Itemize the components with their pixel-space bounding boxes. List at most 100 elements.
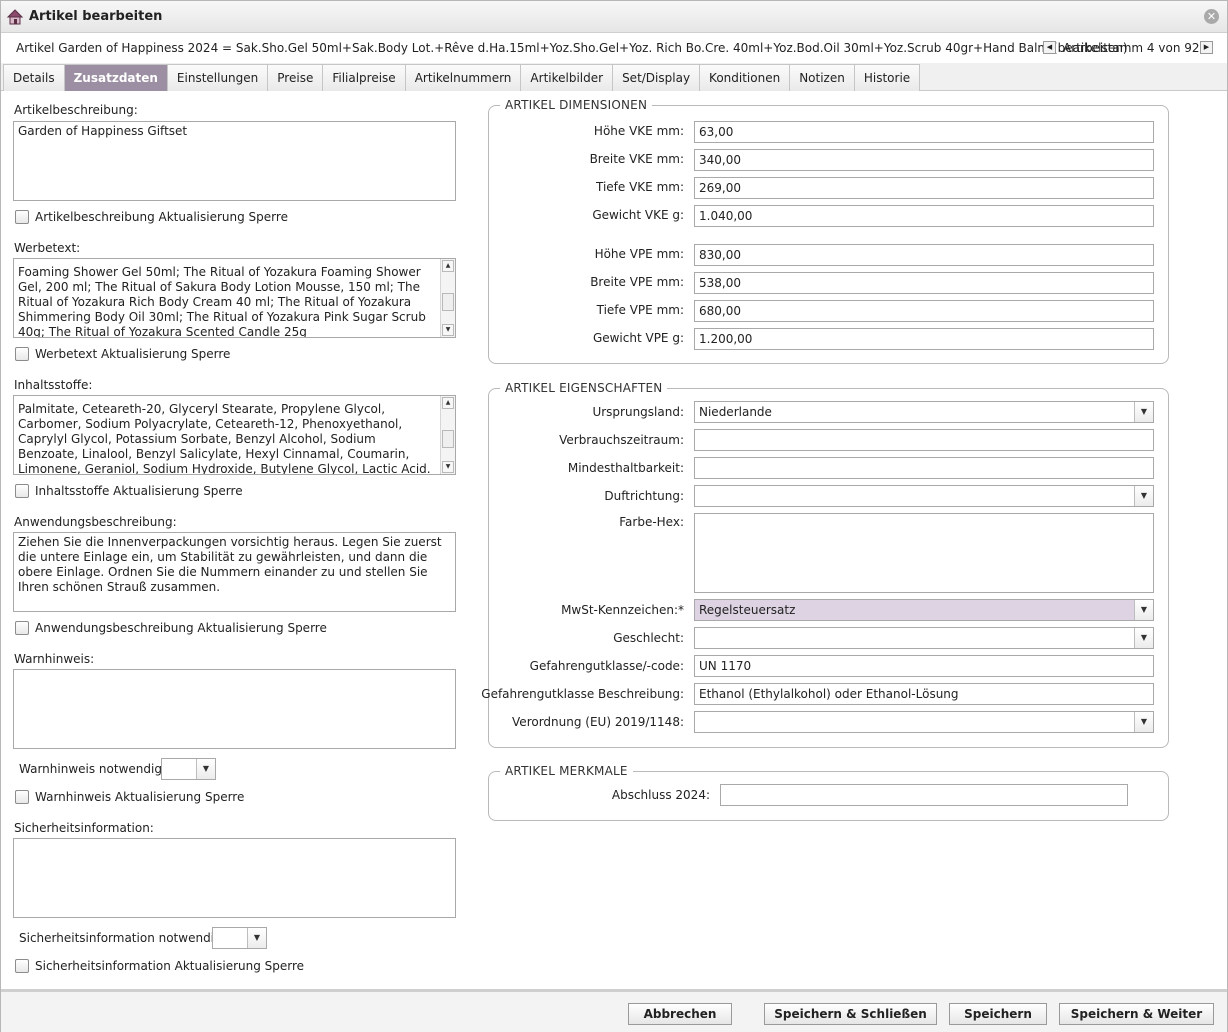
- dim-label: Höhe VPE mm:: [594, 247, 684, 261]
- warnhinweis-label: Warnhinweis:: [14, 652, 95, 666]
- chevron-down-icon: ▼: [196, 759, 215, 779]
- tab-content: Artikelbeschreibung: Garden of Happiness…: [1, 91, 1227, 989]
- anwendung-lock-checkbox[interactable]: [15, 621, 29, 635]
- dim-label: Gewicht VKE g:: [592, 208, 684, 222]
- save-next-button[interactable]: Speichern & Weiter: [1059, 1003, 1214, 1025]
- artikelbeschreibung-value: Garden of Happiness Giftset: [18, 124, 188, 138]
- mwst-label: MwSt-Kennzeichen:*: [561, 603, 684, 617]
- breite-vke-input[interactable]: 340,00: [694, 149, 1154, 171]
- hoehe-vke-input[interactable]: 63,00: [694, 121, 1154, 143]
- geschlecht-select[interactable]: ▼: [694, 627, 1154, 649]
- verordnung-select[interactable]: ▼: [694, 711, 1154, 733]
- inhaltsstoffe-textarea[interactable]: Palmitate, Ceteareth-20, Glyceryl Steara…: [13, 395, 456, 475]
- abschluss-input[interactable]: [720, 784, 1128, 806]
- werbetext-lock-checkbox[interactable]: [15, 347, 29, 361]
- artikelbeschreibung-textarea[interactable]: Garden of Happiness Giftset: [13, 121, 456, 201]
- dim-label: Breite VKE mm:: [589, 152, 684, 166]
- close-icon[interactable]: ✕: [1204, 9, 1219, 24]
- scroll-down-icon[interactable]: ▼: [442, 324, 454, 336]
- tab-bar: Details Zusatzdaten Einstellungen Preise…: [1, 63, 1227, 91]
- farbe-hex-label: Farbe-Hex:: [619, 515, 684, 529]
- verbrauchszeitraum-input[interactable]: [694, 429, 1154, 451]
- save-close-button[interactable]: Speichern & Schließen: [764, 1003, 937, 1025]
- sicherheit-textarea[interactable]: [13, 838, 456, 918]
- previous-article-button[interactable]: ◀: [1043, 41, 1056, 54]
- inhaltsstoffe-scrollbar[interactable]: ▲ ▼: [440, 396, 455, 474]
- gewicht-vpe-input[interactable]: 1.200,00: [694, 328, 1154, 350]
- werbetext-textarea[interactable]: Foaming Shower Gel 50ml; The Ritual of Y…: [13, 258, 456, 338]
- sicherheit-lock-checkbox[interactable]: [15, 959, 29, 973]
- anwendung-label: Anwendungsbeschreibung:: [14, 515, 177, 529]
- werbetext-scrollbar[interactable]: ▲ ▼: [440, 259, 455, 337]
- abschluss-label: Abschluss 2024:: [611, 788, 710, 802]
- merkmale-legend: ARTIKEL MERKMALE: [505, 764, 628, 778]
- artikelbeschreibung-lock-checkbox[interactable]: [15, 210, 29, 224]
- eigenschaften-legend: ARTIKEL EIGENSCHAFTEN: [505, 381, 663, 395]
- tab-historie[interactable]: Historie: [853, 64, 921, 91]
- anwendung-lock-label: Anwendungsbeschreibung Aktualisierung Sp…: [35, 621, 327, 635]
- tab-zusatzdaten[interactable]: Zusatzdaten: [63, 64, 168, 91]
- ursprungsland-select[interactable]: Niederlande ▼: [694, 401, 1154, 423]
- mwst-select[interactable]: Regelsteuersatz ▼: [694, 599, 1154, 621]
- save-button[interactable]: Speichern: [949, 1003, 1047, 1025]
- inhaltsstoffe-lock-checkbox[interactable]: [15, 484, 29, 498]
- tab-artikelnummern[interactable]: Artikelnummern: [404, 64, 522, 91]
- tab-set-display[interactable]: Set/Display: [612, 64, 701, 91]
- chevron-down-icon: ▼: [1134, 402, 1153, 422]
- dim-label: Breite VPE mm:: [590, 275, 684, 289]
- mindesthaltbarkeit-label: Mindesthaltbarkeit:: [567, 461, 684, 475]
- tab-konditionen[interactable]: Konditionen: [699, 64, 791, 91]
- sicherheit-required-select[interactable]: ▼: [212, 927, 267, 949]
- artikelbeschreibung-lock-label: Artikelbeschreibung Aktualisierung Sperr…: [35, 210, 288, 224]
- scroll-up-icon[interactable]: ▲: [442, 260, 454, 272]
- warnhinweis-required-select[interactable]: ▼: [161, 758, 216, 780]
- werbetext-label: Werbetext:: [14, 241, 81, 255]
- hoehe-vpe-input[interactable]: 830,00: [694, 244, 1154, 266]
- verordnung-label: Verordnung (EU) 2019/1148:: [512, 715, 684, 729]
- ursprungsland-value: Niederlande: [699, 405, 772, 419]
- mindesthaltbarkeit-input[interactable]: [694, 457, 1154, 479]
- duftrichtung-select[interactable]: ▼: [694, 485, 1154, 507]
- tab-preise[interactable]: Preise: [267, 64, 324, 91]
- scroll-thumb[interactable]: [442, 293, 454, 311]
- tab-notizen[interactable]: Notizen: [789, 64, 855, 91]
- chevron-down-icon: ▼: [247, 928, 266, 948]
- breite-vpe-input[interactable]: 538,00: [694, 272, 1154, 294]
- tab-details[interactable]: Details: [3, 64, 65, 91]
- chevron-down-icon: ▼: [1134, 712, 1153, 732]
- scroll-down-icon[interactable]: ▼: [442, 461, 454, 473]
- tab-einstellungen[interactable]: Einstellungen: [166, 64, 269, 91]
- sicherheit-lock-label: Sicherheitsinformation Aktualisierung Sp…: [35, 959, 305, 973]
- gefahrgut-code-label: Gefahrengutklasse/-code:: [529, 659, 684, 673]
- sicherheit-required-label: Sicherheitsinformation notwendig:: [19, 931, 226, 945]
- warnhinweis-lock-checkbox[interactable]: [15, 790, 29, 804]
- warnhinweis-textarea[interactable]: [13, 669, 456, 749]
- werbetext-lock-label: Werbetext Aktualisierung Sperre: [35, 347, 231, 361]
- tab-artikelbilder[interactable]: Artikelbilder: [520, 64, 614, 91]
- werbetext-value: Foaming Shower Gel 50ml; The Ritual of Y…: [18, 265, 430, 338]
- warnhinweis-required-label: Warnhinweis notwendig:: [19, 762, 166, 776]
- tiefe-vke-input[interactable]: 269,00: [694, 177, 1154, 199]
- inhaltsstoffe-label: Inhaltsstoffe:: [14, 378, 93, 392]
- dim-label: Höhe VKE mm:: [593, 124, 684, 138]
- title-bar: Artikel bearbeiten ✕: [1, 1, 1227, 33]
- inhaltsstoffe-lock-label: Inhaltsstoffe Aktualisierung Sperre: [35, 484, 243, 498]
- duftrichtung-label: Duftrichtung:: [604, 489, 684, 503]
- cancel-button[interactable]: Abbrechen: [628, 1003, 732, 1025]
- tab-filialpreise[interactable]: Filialpreise: [322, 64, 406, 91]
- article-title-line: Artikel Garden of Happiness 2024 = Sak.S…: [16, 41, 1128, 55]
- article-header: Artikel Garden of Happiness 2024 = Sak.S…: [1, 34, 1227, 62]
- scroll-up-icon[interactable]: ▲: [442, 397, 454, 409]
- anwendung-textarea[interactable]: Ziehen Sie die Innenverpackungen vorsich…: [13, 532, 456, 612]
- next-article-button[interactable]: ▶: [1200, 41, 1213, 54]
- artikelbeschreibung-label: Artikelbeschreibung:: [14, 103, 138, 117]
- app-house-icon: [6, 9, 24, 25]
- edit-article-window: Artikel bearbeiten ✕ Artikel Garden of H…: [0, 0, 1228, 1032]
- ursprungsland-label: Ursprungsland:: [592, 405, 684, 419]
- tiefe-vpe-input[interactable]: 680,00: [694, 300, 1154, 322]
- gefahrgut-code-input[interactable]: UN 1170: [694, 655, 1154, 677]
- scroll-thumb[interactable]: [442, 430, 454, 448]
- gefahrgut-beschreibung-input[interactable]: Ethanol (Ethylalkohol) oder Ethanol-Lösu…: [694, 683, 1154, 705]
- gewicht-vke-input[interactable]: 1.040,00: [694, 205, 1154, 227]
- farbe-hex-textarea[interactable]: [694, 513, 1154, 593]
